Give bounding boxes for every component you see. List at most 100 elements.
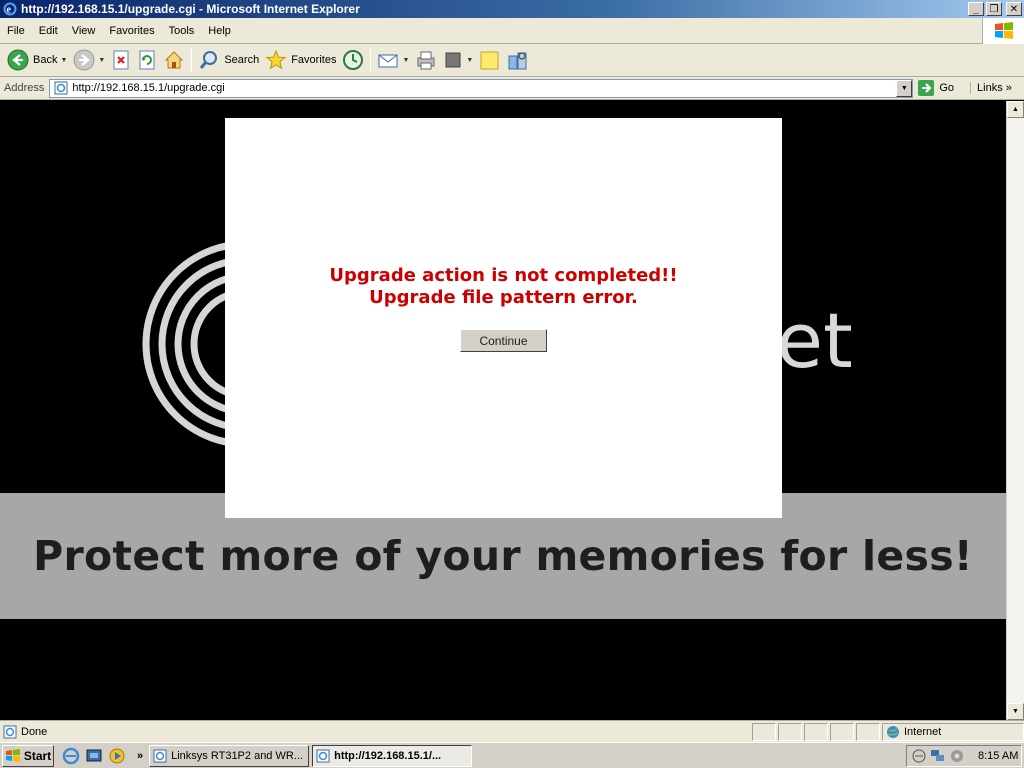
title-bar: e http://192.168.15.1/upgrade.cgi - Micr… <box>0 0 1024 18</box>
speaker-icon[interactable] <box>949 748 965 764</box>
note-icon <box>480 51 499 70</box>
edit-dropdown-icon[interactable]: ▼ <box>466 57 473 64</box>
edit-button[interactable]: ▼ <box>440 46 476 74</box>
task-label: http://192.168.15.1/... <box>334 749 442 762</box>
back-button[interactable]: Back ▼ <box>4 46 70 74</box>
standard-toolbar: Back ▼ ▼ Search Favorites ▼ ▼ <box>0 44 1024 77</box>
toolbar-separator <box>191 48 193 72</box>
page-icon <box>53 80 69 96</box>
forward-button[interactable]: ▼ <box>70 46 108 74</box>
discuss-button[interactable] <box>476 46 504 74</box>
status-cell <box>856 722 880 741</box>
continue-button[interactable]: Continue <box>460 329 547 352</box>
printer-icon <box>417 51 435 70</box>
windows-flag-icon <box>982 18 1024 44</box>
ie-quicklaunch-icon[interactable] <box>62 747 80 765</box>
research-icon <box>508 52 527 70</box>
scroll-down-arrow-icon[interactable]: ▼ <box>1007 703 1024 720</box>
toolbar-separator <box>370 48 372 72</box>
ie-icon <box>316 749 330 762</box>
status-cell <box>804 722 828 741</box>
print-button[interactable] <box>412 46 440 74</box>
taskbar-item-linksys[interactable]: Linksys RT31P2 and WR... <box>149 744 310 767</box>
menu-edit[interactable]: Edit <box>32 25 65 37</box>
address-bar: Address http://192.168.15.1/upgrade.cgi … <box>0 77 1024 100</box>
computers-icon[interactable] <box>930 748 946 764</box>
window-title: http://192.168.15.1/upgrade.cgi - Micros… <box>21 2 360 16</box>
go-label: Go <box>939 82 955 94</box>
refresh-button[interactable] <box>134 46 160 74</box>
error-line-2: Upgrade file pattern error. <box>369 287 638 308</box>
status-text-area: Done <box>0 725 752 739</box>
quick-launch <box>62 747 131 765</box>
home-button[interactable] <box>160 46 188 74</box>
zone-label: Internet <box>904 725 942 738</box>
mail-dropdown-icon[interactable]: ▼ <box>402 57 409 64</box>
edit-page-icon <box>445 52 461 68</box>
taskbar-item-upgrade[interactable]: http://192.168.15.1/... <box>312 744 473 767</box>
page-content: ket Protect more of your memories for le… <box>0 101 1006 720</box>
go-arrow-icon <box>918 80 935 96</box>
globe-icon <box>887 725 899 738</box>
back-dropdown-icon[interactable]: ▼ <box>60 57 67 64</box>
show-desktop-icon[interactable] <box>85 747 103 765</box>
favorites-label: Favorites <box>291 54 337 66</box>
error-line-1: Upgrade action is not completed!! <box>329 265 678 286</box>
taskbar: Start » Linksys RT31P2 and WR... http://… <box>0 742 1024 768</box>
forward-dropdown-icon[interactable]: ▼ <box>98 57 105 64</box>
svg-text:e: e <box>7 5 12 16</box>
menu-help[interactable]: Help <box>201 25 238 37</box>
favorites-button[interactable]: Favorites <box>262 46 339 74</box>
menu-file[interactable]: File <box>0 25 32 37</box>
stop-button[interactable] <box>108 46 134 74</box>
scroll-up-arrow-icon[interactable]: ▲ <box>1007 101 1024 118</box>
home-icon <box>165 51 184 69</box>
links-button[interactable]: Links » <box>970 82 1012 94</box>
address-url[interactable]: http://192.168.15.1/upgrade.cgi <box>72 82 896 94</box>
network-icon[interactable] <box>911 748 927 764</box>
task-label: Linksys RT31P2 and WR... <box>171 749 303 762</box>
system-tray: 8:15 AM <box>906 744 1022 767</box>
ad-slogan: Protect more of your memories for less! <box>33 532 973 580</box>
refresh-icon <box>139 50 155 70</box>
windows-flag-icon <box>5 748 20 762</box>
back-arrow-icon <box>7 49 29 71</box>
error-panel: Upgrade action is not completed!! Upgrad… <box>225 118 782 518</box>
mail-button[interactable]: ▼ <box>374 46 412 74</box>
status-text: Done <box>21 725 48 738</box>
status-bar: Done Internet <box>0 720 1024 742</box>
ie-icon <box>153 749 167 762</box>
search-button[interactable]: Search <box>195 46 262 74</box>
menu-tools[interactable]: Tools <box>162 25 202 37</box>
search-label: Search <box>224 54 260 66</box>
status-cell <box>830 722 854 741</box>
menu-bar: File Edit View Favorites Tools Help <box>0 18 1024 44</box>
stop-icon <box>113 50 129 70</box>
links-label: Links <box>977 82 1003 94</box>
search-icon <box>200 51 218 69</box>
restore-button[interactable]: ❐ <box>986 2 1002 16</box>
history-button[interactable] <box>339 46 367 74</box>
clock[interactable]: 8:15 AM <box>978 750 1018 762</box>
security-zone: Internet <box>882 722 1024 741</box>
menu-favorites[interactable]: Favorites <box>102 25 161 37</box>
quicklaunch-chevron[interactable]: » <box>137 750 143 762</box>
status-progress-cell <box>752 722 776 741</box>
minimize-button[interactable]: _ <box>968 2 984 16</box>
research-button[interactable] <box>504 46 532 74</box>
start-button[interactable]: Start <box>2 744 54 767</box>
status-cell <box>778 722 802 741</box>
address-field[interactable]: http://192.168.15.1/upgrade.cgi ▼ <box>49 78 914 98</box>
favorites-star-icon <box>265 49 287 70</box>
history-icon <box>343 50 364 70</box>
mail-icon <box>378 54 398 68</box>
menu-view[interactable]: View <box>65 25 103 37</box>
vertical-scrollbar[interactable]: ▲ ▼ <box>1006 101 1024 720</box>
address-dropdown-icon[interactable]: ▼ <box>896 79 913 97</box>
close-button[interactable]: ✕ <box>1006 2 1022 16</box>
forward-arrow-icon <box>73 49 95 71</box>
ie-icon: e <box>2 1 18 17</box>
error-message: Upgrade action is not completed!! Upgrad… <box>225 265 782 309</box>
media-player-icon[interactable] <box>108 747 126 765</box>
go-button[interactable]: Go <box>917 79 954 97</box>
